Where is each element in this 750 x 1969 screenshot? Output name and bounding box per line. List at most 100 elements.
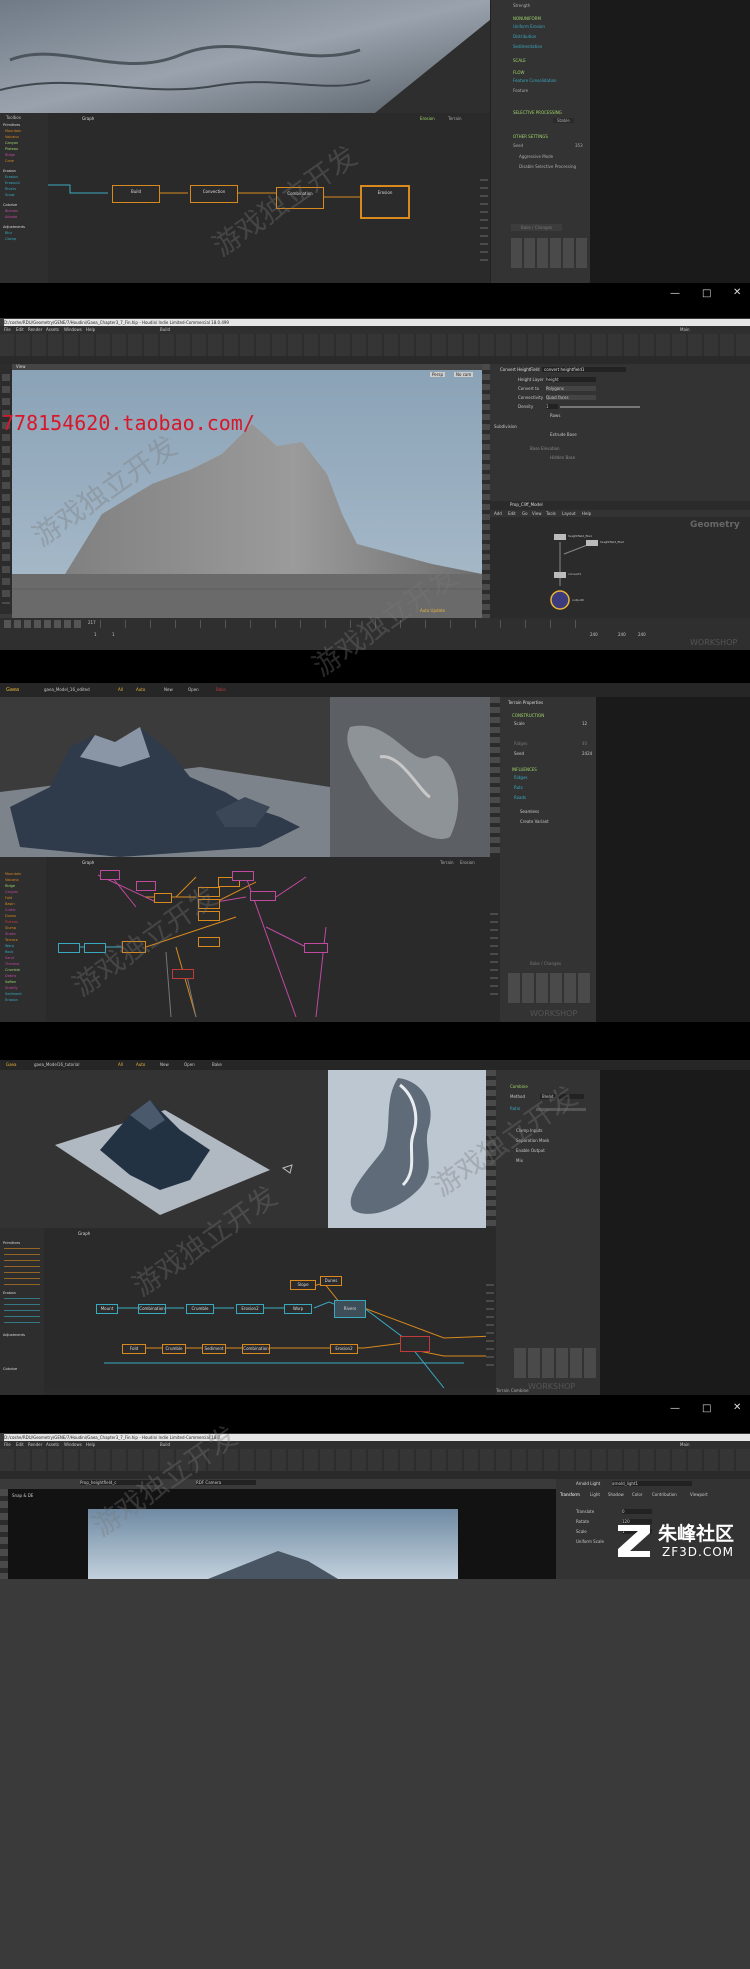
influence-ridges[interactable]: Ridges [514, 775, 528, 780]
viewport-side-toolbar[interactable] [490, 697, 500, 857]
checkbox-disable[interactable]: Disable Selective Processing [519, 164, 576, 169]
side-item[interactable]: Albedo [5, 214, 48, 220]
gaea-app-name-4[interactable]: Gaea [6, 1062, 16, 1067]
terrain-3d-viewport[interactable] [0, 697, 330, 857]
toolbar-all-4[interactable]: All [118, 1062, 123, 1067]
flow-item-2[interactable]: Feature [513, 88, 528, 93]
render-viewport-5[interactable]: Snap & DE [8, 1489, 556, 1579]
uniform-item-2[interactable]: Distribution [513, 34, 536, 39]
toolbar-new-4[interactable]: New [160, 1062, 169, 1067]
tool-strip[interactable] [0, 364, 12, 614]
checkbox-hidden-base[interactable]: Hidden Base [550, 455, 575, 460]
param-seed-value[interactable]: 2424 [582, 751, 592, 756]
checkbox-base-elevation[interactable]: Base Elevation [530, 446, 560, 451]
menu-edit[interactable]: Edit [16, 1442, 24, 1447]
node-crumble-2[interactable]: Crumble [162, 1344, 186, 1354]
param-translate-value[interactable]: 0 [622, 1509, 652, 1514]
param-ridges-value[interactable]: 40 [582, 741, 587, 746]
maximize-icon[interactable]: □ [702, 1403, 711, 1414]
range-end[interactable]: 240 [618, 632, 626, 637]
menu-help[interactable]: Help [86, 327, 95, 332]
maximize-icon[interactable]: □ [702, 288, 711, 299]
menu-build[interactable]: Build [160, 327, 170, 332]
houdini-shelf-5[interactable] [0, 1449, 750, 1471]
side-list-primitives[interactable] [4, 1248, 40, 1288]
net-node-file2[interactable] [586, 540, 598, 546]
grid-buttons[interactable] [511, 238, 587, 268]
camera-dropdown-5[interactable]: RDF Camera [196, 1480, 256, 1485]
timeline-current-frame[interactable]: 217 [88, 620, 96, 625]
node-fold[interactable]: Fold [122, 1344, 146, 1354]
menu-windows[interactable]: Windows [64, 1442, 82, 1447]
persp-label[interactable]: Persp [430, 372, 445, 377]
toolbar-auto-4[interactable]: Auto [136, 1062, 145, 1067]
node[interactable] [304, 943, 328, 953]
node-warp[interactable]: Warp [284, 1304, 312, 1314]
menu-edit[interactable]: Edit [16, 327, 24, 332]
grid-buttons-3[interactable] [508, 973, 592, 1003]
tab-color[interactable]: Color [632, 1492, 642, 1497]
seed-value[interactable]: 353 [575, 143, 583, 148]
toolbar-new[interactable]: New [164, 687, 173, 692]
checkbox-base-rows[interactable]: Rows [550, 413, 560, 418]
houdini-tabbar-5[interactable] [0, 1471, 750, 1479]
param-value-quad[interactable]: Quad faces [546, 395, 596, 400]
node-output[interactable] [400, 1336, 430, 1352]
minimize-icon[interactable]: — [670, 1403, 680, 1414]
uniform-item-1[interactable]: Uniform Erosion [513, 24, 545, 29]
checkbox-seamless[interactable]: Seamless [520, 809, 539, 814]
net-node-convert[interactable] [554, 572, 566, 578]
side-item[interactable]: Clamp [5, 236, 48, 242]
node-mount[interactable]: Mount [96, 1304, 118, 1314]
tool-strip-5[interactable] [0, 1489, 8, 1579]
uniform-item-3[interactable]: Sedimentation [513, 44, 542, 49]
node-combination-2[interactable]: Combination [242, 1344, 270, 1354]
tab-transform[interactable]: Transform [560, 1492, 580, 1497]
node-erosion2-2[interactable]: Erosion2 [330, 1344, 358, 1354]
node[interactable] [198, 937, 220, 947]
menu-windows[interactable]: Windows [64, 327, 82, 332]
node[interactable] [136, 881, 156, 891]
node[interactable] [58, 943, 80, 953]
range-end-2[interactable]: 240 [638, 632, 646, 637]
toolbar-bake[interactable]: Bake [216, 687, 226, 692]
graph-side-toolbar-4[interactable] [486, 1278, 494, 1368]
play-controls[interactable] [4, 620, 84, 628]
side-item[interactable]: Erosion [5, 997, 46, 1003]
node-name-field[interactable]: arnold_light1 [612, 1481, 692, 1486]
close-icon[interactable]: ✕ [733, 1402, 741, 1413]
toolbar-all[interactable]: All [118, 687, 123, 692]
close-icon[interactable]: ✕ [733, 287, 741, 298]
tab-shadow[interactable]: Shadow [608, 1492, 624, 1497]
node[interactable] [100, 870, 120, 880]
node[interactable] [232, 871, 254, 881]
network-panel[interactable]: Prop_Cliff_Model Add Edit Go View Tools … [490, 494, 750, 618]
range-start-2[interactable]: 1 [112, 632, 115, 637]
bake-button[interactable]: Bake / Changes [511, 224, 563, 231]
flow-item-1[interactable]: Feature Consolidation [513, 78, 557, 83]
bake-changes-button[interactable]: Bake / Changes [530, 961, 561, 966]
tab-contribution[interactable]: Contribution [652, 1492, 677, 1497]
node[interactable] [250, 891, 276, 901]
tab-viewport[interactable]: Viewport [690, 1492, 708, 1497]
checkbox-create-variant[interactable]: Create Variant [520, 819, 549, 824]
node-sediment[interactable]: Sediment [202, 1344, 226, 1354]
viewport-right-strip[interactable] [482, 364, 490, 618]
tab-light[interactable]: Light [590, 1492, 600, 1497]
toolbar-open[interactable]: Open [188, 687, 199, 692]
node-dunes[interactable]: Dunes [320, 1276, 342, 1286]
menu-help[interactable]: Help [86, 1442, 95, 1447]
menu-file[interactable]: File [4, 327, 11, 332]
menu-assets[interactable]: Assets [46, 327, 59, 332]
node-convection[interactable]: Convection [190, 185, 238, 203]
node-build[interactable]: Build [112, 185, 160, 203]
toolbar-bake-4[interactable]: Bake [212, 1062, 222, 1067]
menu-main[interactable]: Main [680, 1442, 690, 1447]
houdini-tabbar[interactable] [0, 356, 750, 364]
density-slider[interactable] [560, 406, 640, 408]
node-erosion[interactable]: Erosion [360, 185, 410, 219]
menu-render[interactable]: Render [28, 327, 42, 332]
node[interactable] [172, 969, 194, 979]
graph-side-toolbar[interactable] [480, 173, 488, 263]
side-list-erosion[interactable] [4, 1298, 40, 1328]
